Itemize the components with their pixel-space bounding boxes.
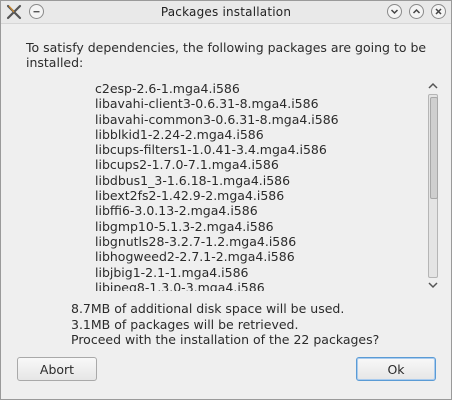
title-bar[interactable]: Packages installation [1, 1, 451, 24]
list-item: libhogweed2-2.7.1-2.mga4.i586 [95, 249, 295, 265]
scroll-track[interactable] [428, 94, 438, 278]
list-item: c2esp-2.6-1.mga4.i586 [95, 81, 240, 96]
list-item: libavahi-client3-0.6.31-8.mga4.i586 [95, 96, 319, 112]
confirm-question: Proceed with the installation of the 22 … [71, 332, 380, 347]
dependency-message: To satisfy dependencies, the following p… [26, 40, 427, 70]
download-size-text: 3.1MB of packages will be retrieved. [71, 316, 299, 332]
close-button[interactable] [431, 4, 446, 19]
minimize-button[interactable] [387, 4, 402, 19]
list-item: libdbus1_3-1.6.18-1.mga4.i586 [95, 172, 291, 188]
scroll-thumb[interactable] [430, 97, 438, 199]
list-item: libgmp10-5.1.3-2.mga4.i586 [95, 218, 274, 234]
chevron-down-icon [390, 9, 399, 15]
list-item: libcups-filters1-1.0.41-3.4.mga4.i586 [95, 142, 327, 158]
list-item: libavahi-common3-0.6.31-8.mga4.i586 [95, 111, 339, 127]
abort-button[interactable]: Abort [17, 357, 97, 381]
list-item: libgnutls28-3.2.7-1.2.mga4.i586 [95, 233, 297, 249]
install-summary: 8.7MB of additional disk space will be u… [71, 301, 441, 348]
scroll-down-arrow-icon[interactable] [427, 280, 439, 290]
close-icon [435, 8, 442, 15]
list-item: libjbig1-2.1-1.mga4.i586 [95, 264, 249, 280]
list-item: libjpeg8-1.3.0-3.mga4.i586 [95, 279, 265, 291]
packages-installation-dialog: Packages installation To satisfy depende… [0, 0, 452, 400]
scroll-up-arrow-icon[interactable] [427, 81, 439, 91]
package-list-scrollbar[interactable] [426, 81, 440, 291]
list-item: libext2fs2-1.42.9-2.mga4.i586 [95, 188, 285, 204]
package-list[interactable]: c2esp-2.6-1.mga4.i586 libavahi-client3-0… [95, 81, 425, 291]
window-title: Packages installation [160, 5, 292, 19]
list-item: libcups2-1.7.0-7.1.mga4.i586 [95, 157, 279, 173]
chevron-up-icon [412, 8, 421, 14]
ok-button[interactable]: Ok [356, 357, 436, 381]
list-item: libffi6-3.0.13-2.mga4.i586 [95, 203, 258, 219]
list-item: libblkid1-2.24-2.mga4.i586 [95, 126, 264, 142]
disk-space-text: 8.7MB of additional disk space will be u… [71, 301, 345, 316]
maximize-button[interactable] [409, 4, 424, 19]
